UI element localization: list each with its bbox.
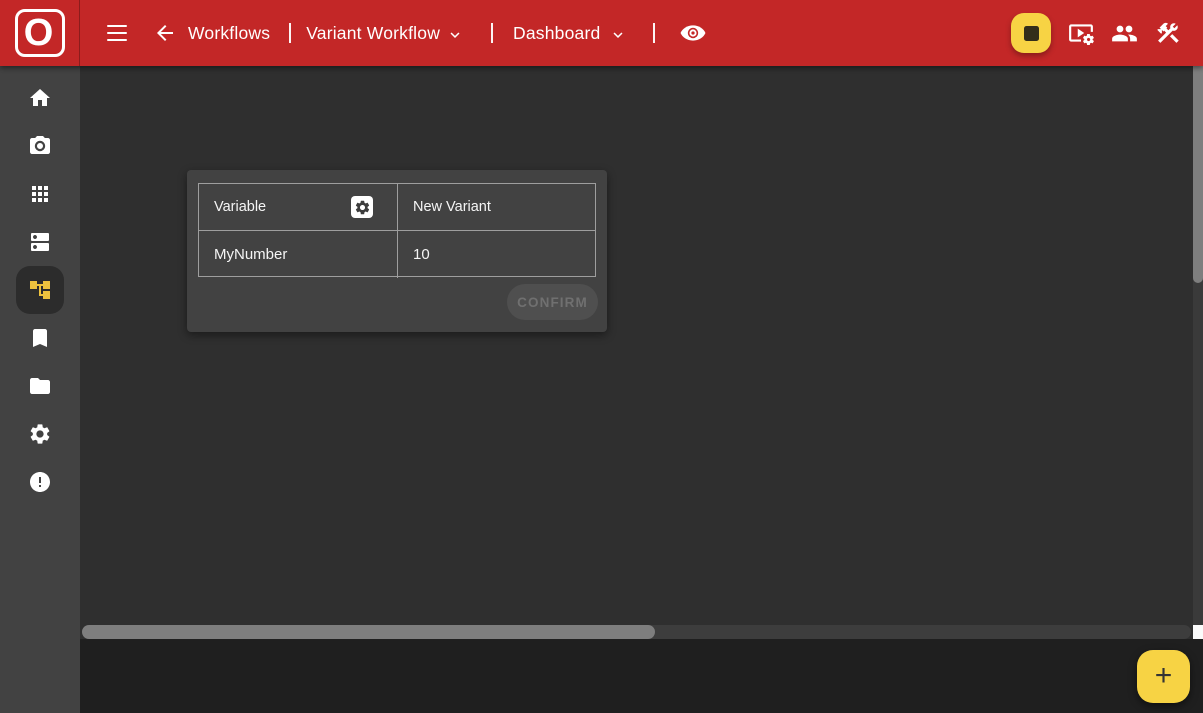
app-logo-letter: O [24,14,54,52]
settings-square-icon[interactable] [351,196,373,218]
sidebar-item-alerts[interactable] [16,458,64,506]
sidebar-item-camera[interactable] [16,122,64,170]
bookmark-icon [28,326,52,350]
table-cell-variable-name: MyNumber [199,231,398,278]
sidebar-item-apps[interactable] [16,170,64,218]
topbar-divider: | [289,23,291,43]
workflow-tree-icon [28,278,52,302]
stop-recording-button[interactable] [1011,13,1051,53]
bottom-panel: + [80,639,1203,713]
table-header-variable: Variable [199,184,398,231]
topbar-right-actions [1011,0,1181,66]
variant-table: Variable New Variant MyNumber 10 [198,183,596,277]
sidebar-item-bookmark[interactable] [16,314,64,362]
left-sidebar [0,66,80,713]
vertical-scrollbar-track[interactable] [1193,66,1203,625]
back-arrow-icon[interactable] [153,21,177,45]
vertical-scrollbar-thumb[interactable] [1193,66,1203,283]
breadcrumb-workflows[interactable]: Workflows [188,23,270,44]
video-settings-icon[interactable] [1068,20,1094,46]
table-header-label: Variable [214,199,266,215]
variant-card: Variable New Variant MyNumber 10 CONFIRM [187,170,607,332]
plus-icon: + [1155,661,1173,691]
chevron-down-icon[interactable] [609,26,627,44]
scrollbar-corner [1193,625,1203,640]
app-logo-zone: O [0,0,80,66]
sidebar-item-workflows-active[interactable] [16,266,64,314]
top-app-bar: O Workflows | Variant Workflow | Dashboa… [0,0,1203,66]
error-exclamation-icon [28,470,52,494]
sidebar-item-dns[interactable] [16,218,64,266]
sidebar-item-settings[interactable] [16,410,64,458]
horizontal-scrollbar-track[interactable] [82,625,1191,639]
tools-icon[interactable] [1155,20,1181,46]
users-icon[interactable] [1111,20,1138,47]
gear-icon [28,422,52,446]
folder-icon [28,374,52,398]
dns-servers-icon [28,230,52,254]
workflow-canvas[interactable]: Variable New Variant MyNumber 10 CONFIRM… [80,66,1203,713]
add-button[interactable]: + [1137,650,1190,703]
menu-hamburger-icon[interactable] [107,25,127,42]
sidebar-item-folder[interactable] [16,362,64,410]
apps-grid-icon [28,182,52,206]
horizontal-scrollbar-thumb[interactable] [82,625,655,639]
table-cell-variant-value[interactable]: 10 [398,231,596,278]
topbar-divider: | [491,23,493,43]
app-logo[interactable]: O [15,9,65,57]
table-header-new-variant: New Variant [398,184,596,231]
dashboard-selector[interactable]: Dashboard [513,23,600,44]
chevron-down-icon[interactable] [446,26,464,44]
preview-eye-icon[interactable] [680,20,706,46]
home-icon [28,86,52,110]
workflow-selector[interactable]: Variant Workflow [306,23,440,44]
confirm-button[interactable]: CONFIRM [507,284,598,320]
topbar-divider: | [653,23,655,43]
stop-square-icon [1024,26,1039,41]
sidebar-item-home[interactable] [16,74,64,122]
camera-icon [28,134,52,158]
